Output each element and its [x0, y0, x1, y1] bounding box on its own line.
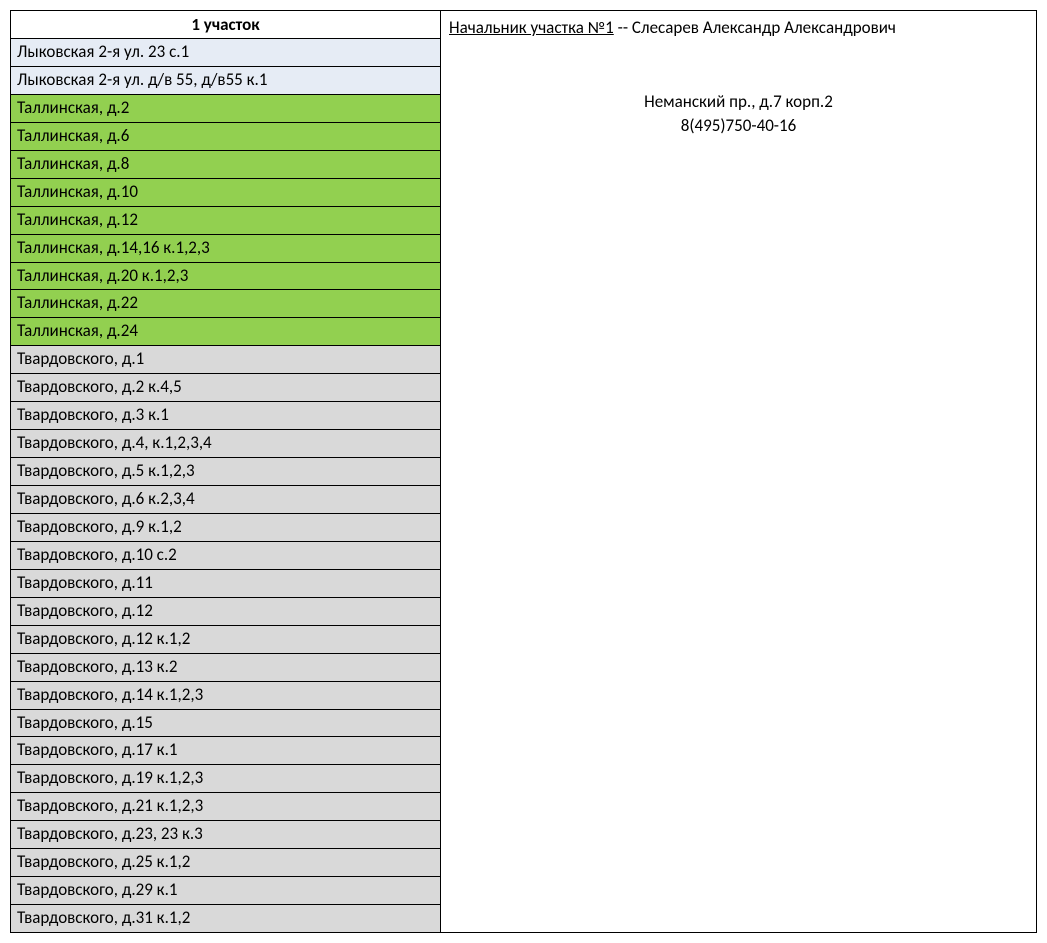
chief-title: Начальник участка №1 -- Слесарев Алексан… [449, 15, 1028, 40]
address-row: Твардовского, д.9 к.1,2 [11, 514, 440, 542]
address-row: Твардовского, д.12 к.1,2 [11, 626, 440, 654]
chief-title-rest: -- Слесарев Александр Александрович [614, 17, 896, 38]
address-row: Твардовского, д.13 к.2 [11, 654, 440, 682]
document-container: 1 участок Лыковская 2-я ул. 23 с.1Лыковс… [10, 10, 1037, 933]
right-column: Начальник участка №1 -- Слесарев Алексан… [441, 11, 1036, 932]
address-row: Лыковская 2-я ул. д/в 55, д/в55 к.1 [11, 67, 440, 95]
contact-phone: 8(495)750-40-16 [449, 114, 1028, 138]
address-row: Таллинская, д.24 [11, 318, 440, 346]
address-row: Твардовского, д.12 [11, 598, 440, 626]
chief-title-underlined: Начальник участка №1 [449, 17, 614, 38]
address-row: Твардовского, д.4, к.1,2,3,4 [11, 430, 440, 458]
address-row: Твардовского, д.2 к.4,5 [11, 374, 440, 402]
address-row: Таллинская, д.14,16 к.1,2,3 [11, 235, 440, 263]
address-row: Твардовского, д.21 к.1,2,3 [11, 793, 440, 821]
address-row: Твардовского, д.25 к.1,2 [11, 849, 440, 877]
contact-info: Неманский пр., д.7 корп.2 8(495)750-40-1… [449, 90, 1028, 138]
address-row: Твардовского, д.15 [11, 710, 440, 738]
address-row: Твардовского, д.14 к.1,2,3 [11, 682, 440, 710]
address-row: Таллинская, д.10 [11, 179, 440, 207]
left-column: 1 участок Лыковская 2-я ул. 23 с.1Лыковс… [11, 11, 441, 932]
address-row: Лыковская 2-я ул. 23 с.1 [11, 39, 440, 67]
left-column-header: 1 участок [11, 11, 440, 39]
address-row: Твардовского, д.17 к.1 [11, 737, 440, 765]
address-row: Таллинская, д.8 [11, 151, 440, 179]
address-row: Твардовского, д.29 к.1 [11, 877, 440, 905]
address-row: Таллинская, д.2 [11, 95, 440, 123]
address-row: Твардовского, д.1 [11, 346, 440, 374]
address-row: Твардовского, д.11 [11, 570, 440, 598]
address-row: Таллинская, д.20 к.1,2,3 [11, 263, 440, 291]
address-row: Таллинская, д.6 [11, 123, 440, 151]
address-row: Таллинская, д.12 [11, 207, 440, 235]
address-row: Твардовского, д.6 к.2,3,4 [11, 486, 440, 514]
address-row: Твардовского, д.19 к.1,2,3 [11, 765, 440, 793]
address-row: Твардовского, д.10 с.2 [11, 542, 440, 570]
address-row: Твардовского, д.31 к.1,2 [11, 905, 440, 932]
address-row: Твардовского, д.23, 23 к.3 [11, 821, 440, 849]
address-row: Твардовского, д.3 к.1 [11, 402, 440, 430]
address-row: Таллинская, д.22 [11, 290, 440, 318]
address-list: Лыковская 2-я ул. 23 с.1Лыковская 2-я ул… [11, 39, 440, 932]
address-row: Твардовского, д.5 к.1,2,3 [11, 458, 440, 486]
contact-address: Неманский пр., д.7 корп.2 [449, 90, 1028, 114]
